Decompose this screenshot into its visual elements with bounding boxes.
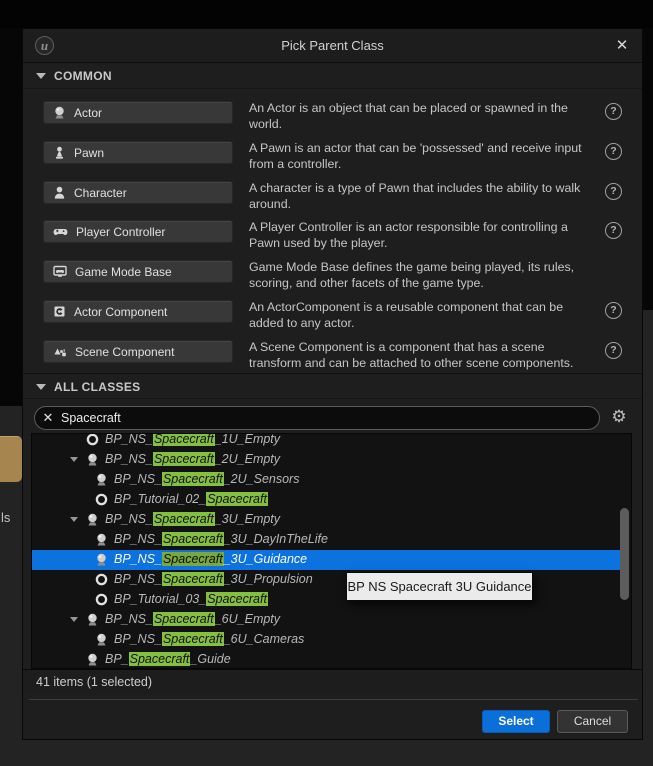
class-circle-icon: [95, 573, 108, 586]
backdrop-left: [0, 28, 22, 406]
class-description: Game Mode Base defines the game being pl…: [249, 259, 589, 291]
collapse-arrow-icon: [36, 73, 46, 79]
class-button-label: Pawn: [74, 146, 104, 160]
actor-icon: [53, 106, 66, 119]
common-row-game-mode-base: Game Mode Base Game Mode Base defines th…: [23, 258, 642, 298]
tree-row[interactable]: BP_NS_Spacecraft_3U_Empty: [32, 510, 620, 530]
help-icon[interactable]: ?: [605, 183, 622, 200]
game-mode-icon: [53, 265, 67, 278]
class-description: A Player Controller is an actor responsi…: [249, 219, 589, 251]
status-bar: 41 items (1 selected): [23, 669, 642, 693]
tree-row[interactable]: BP_NS_Spacecraft_6U_Empty: [32, 610, 620, 630]
common-row-character: Character A character is a type of Pawn …: [23, 179, 642, 219]
actor-class-icon: [95, 473, 108, 486]
search-input[interactable]: [61, 411, 599, 425]
class-button-label: Scene Component: [75, 345, 174, 359]
actor-class-icon: [86, 513, 99, 526]
clear-search-icon[interactable]: ✕: [35, 410, 61, 426]
section-header-common[interactable]: COMMON: [23, 63, 642, 89]
common-row-scene-component: Scene Component A Scene Component is a c…: [23, 338, 642, 378]
tree-row[interactable]: BP_Tutorial_02_Spacecraft: [32, 490, 620, 510]
dialog-title: Pick Parent Class: [23, 29, 642, 63]
tree-row[interactable]: BP_NS_Spacecraft_3U_DayInTheLife: [32, 530, 620, 550]
actor-class-icon: [86, 613, 99, 626]
common-row-pawn: Pawn A Pawn is an actor that can be 'pos…: [23, 139, 642, 179]
tree-row[interactable]: BP_NS_Spacecraft_1U_Empty: [32, 433, 620, 450]
tree-row[interactable]: BP_NS_Spacecraft_2U_Sensors: [32, 470, 620, 490]
game-mode-base-button[interactable]: Game Mode Base: [43, 260, 233, 283]
class-circle-icon: [95, 593, 108, 606]
tree-row[interactable]: BP_Spacecraft_Guide: [32, 650, 620, 669]
class-button-label: Player Controller: [76, 225, 165, 239]
close-icon[interactable]: ✕: [613, 37, 631, 55]
player-controller-button[interactable]: Player Controller: [43, 220, 233, 243]
class-description: A Scene Component is a component that ha…: [249, 339, 589, 371]
class-button-label: Actor Component: [74, 305, 167, 319]
help-icon[interactable]: ?: [605, 302, 622, 319]
cancel-button[interactable]: Cancel: [557, 710, 628, 733]
help-icon[interactable]: ?: [605, 342, 622, 359]
expander-arrow-icon[interactable]: [70, 457, 78, 462]
help-icon[interactable]: ?: [605, 143, 622, 160]
actor-class-icon: [86, 453, 99, 466]
class-description: An ActorComponent is a reusable componen…: [249, 299, 589, 331]
background-folder-thumbnail: [0, 436, 22, 482]
background-panel-text: ls: [1, 510, 21, 525]
character-button[interactable]: Character: [43, 181, 233, 204]
actor-class-icon: [95, 533, 108, 546]
actor-button[interactable]: Actor: [43, 101, 233, 124]
expander-arrow-icon[interactable]: [70, 617, 78, 622]
common-row-actor-component: Actor Component An ActorComponent is a r…: [23, 298, 642, 338]
class-button-label: Game Mode Base: [75, 265, 172, 279]
help-icon[interactable]: ?: [605, 103, 622, 120]
scrollbar-thumb[interactable]: [620, 508, 629, 600]
title-bar[interactable]: u Pick Parent Class ✕: [23, 29, 642, 63]
tree-row[interactable]: BP_NS_Spacecraft_2U_Empty: [32, 450, 620, 470]
class-button-label: Actor: [74, 106, 102, 120]
character-icon: [53, 186, 66, 199]
actor-component-button[interactable]: Actor Component: [43, 300, 233, 323]
class-circle-icon: [86, 433, 99, 446]
common-row-player-controller: Player Controller A Player Controller is…: [23, 218, 642, 258]
gamepad-icon: [53, 225, 68, 238]
component-icon: [53, 305, 66, 318]
section-label: ALL CLASSES: [54, 380, 140, 394]
class-search-box[interactable]: ✕: [34, 406, 600, 430]
expander-arrow-icon[interactable]: [70, 517, 78, 522]
section-label: COMMON: [54, 69, 112, 83]
actor-class-icon: [95, 553, 108, 566]
actor-class-icon: [86, 653, 99, 666]
class-circle-icon: [95, 493, 108, 506]
collapse-arrow-icon: [36, 384, 46, 390]
tree-row[interactable]: BP_NS_Spacecraft_6U_Cameras: [32, 630, 620, 650]
pick-parent-class-dialog: u Pick Parent Class ✕ COMMON Actor An Ac…: [22, 28, 643, 740]
common-row-actor: Actor An Actor is an object that can be …: [23, 99, 642, 139]
backdrop-right: [643, 28, 653, 310]
screen: ls u Pick Parent Class ✕ COMMON Actor An…: [0, 0, 653, 766]
pawn-icon: [53, 146, 66, 159]
class-description: A character is a type of Pawn that inclu…: [249, 180, 589, 212]
class-tree-list[interactable]: BP_NS_Spacecraft_1U_Empty BP_NS_Spacecra…: [31, 433, 632, 669]
pawn-button[interactable]: Pawn: [43, 141, 233, 164]
section-header-all-classes[interactable]: ALL CLASSES: [23, 373, 642, 399]
footer-divider: [29, 699, 638, 700]
help-icon[interactable]: ?: [605, 222, 622, 239]
backdrop-top: [0, 0, 653, 28]
class-description: A Pawn is an actor that can be 'possesse…: [249, 140, 589, 172]
filter-settings-gear-icon[interactable]: ⚙: [609, 407, 629, 427]
tooltip: BP NS Spacecraft 3U Guidance: [346, 572, 533, 601]
scene-component-button[interactable]: Scene Component: [43, 340, 233, 363]
tree-row-selected[interactable]: BP_NS_Spacecraft_3U_Guidance: [32, 550, 620, 570]
scene-component-icon: [53, 345, 67, 358]
select-button[interactable]: Select: [482, 710, 550, 733]
class-description: An Actor is an object that can be placed…: [249, 100, 589, 132]
class-button-label: Character: [74, 186, 127, 200]
actor-class-icon: [95, 633, 108, 646]
